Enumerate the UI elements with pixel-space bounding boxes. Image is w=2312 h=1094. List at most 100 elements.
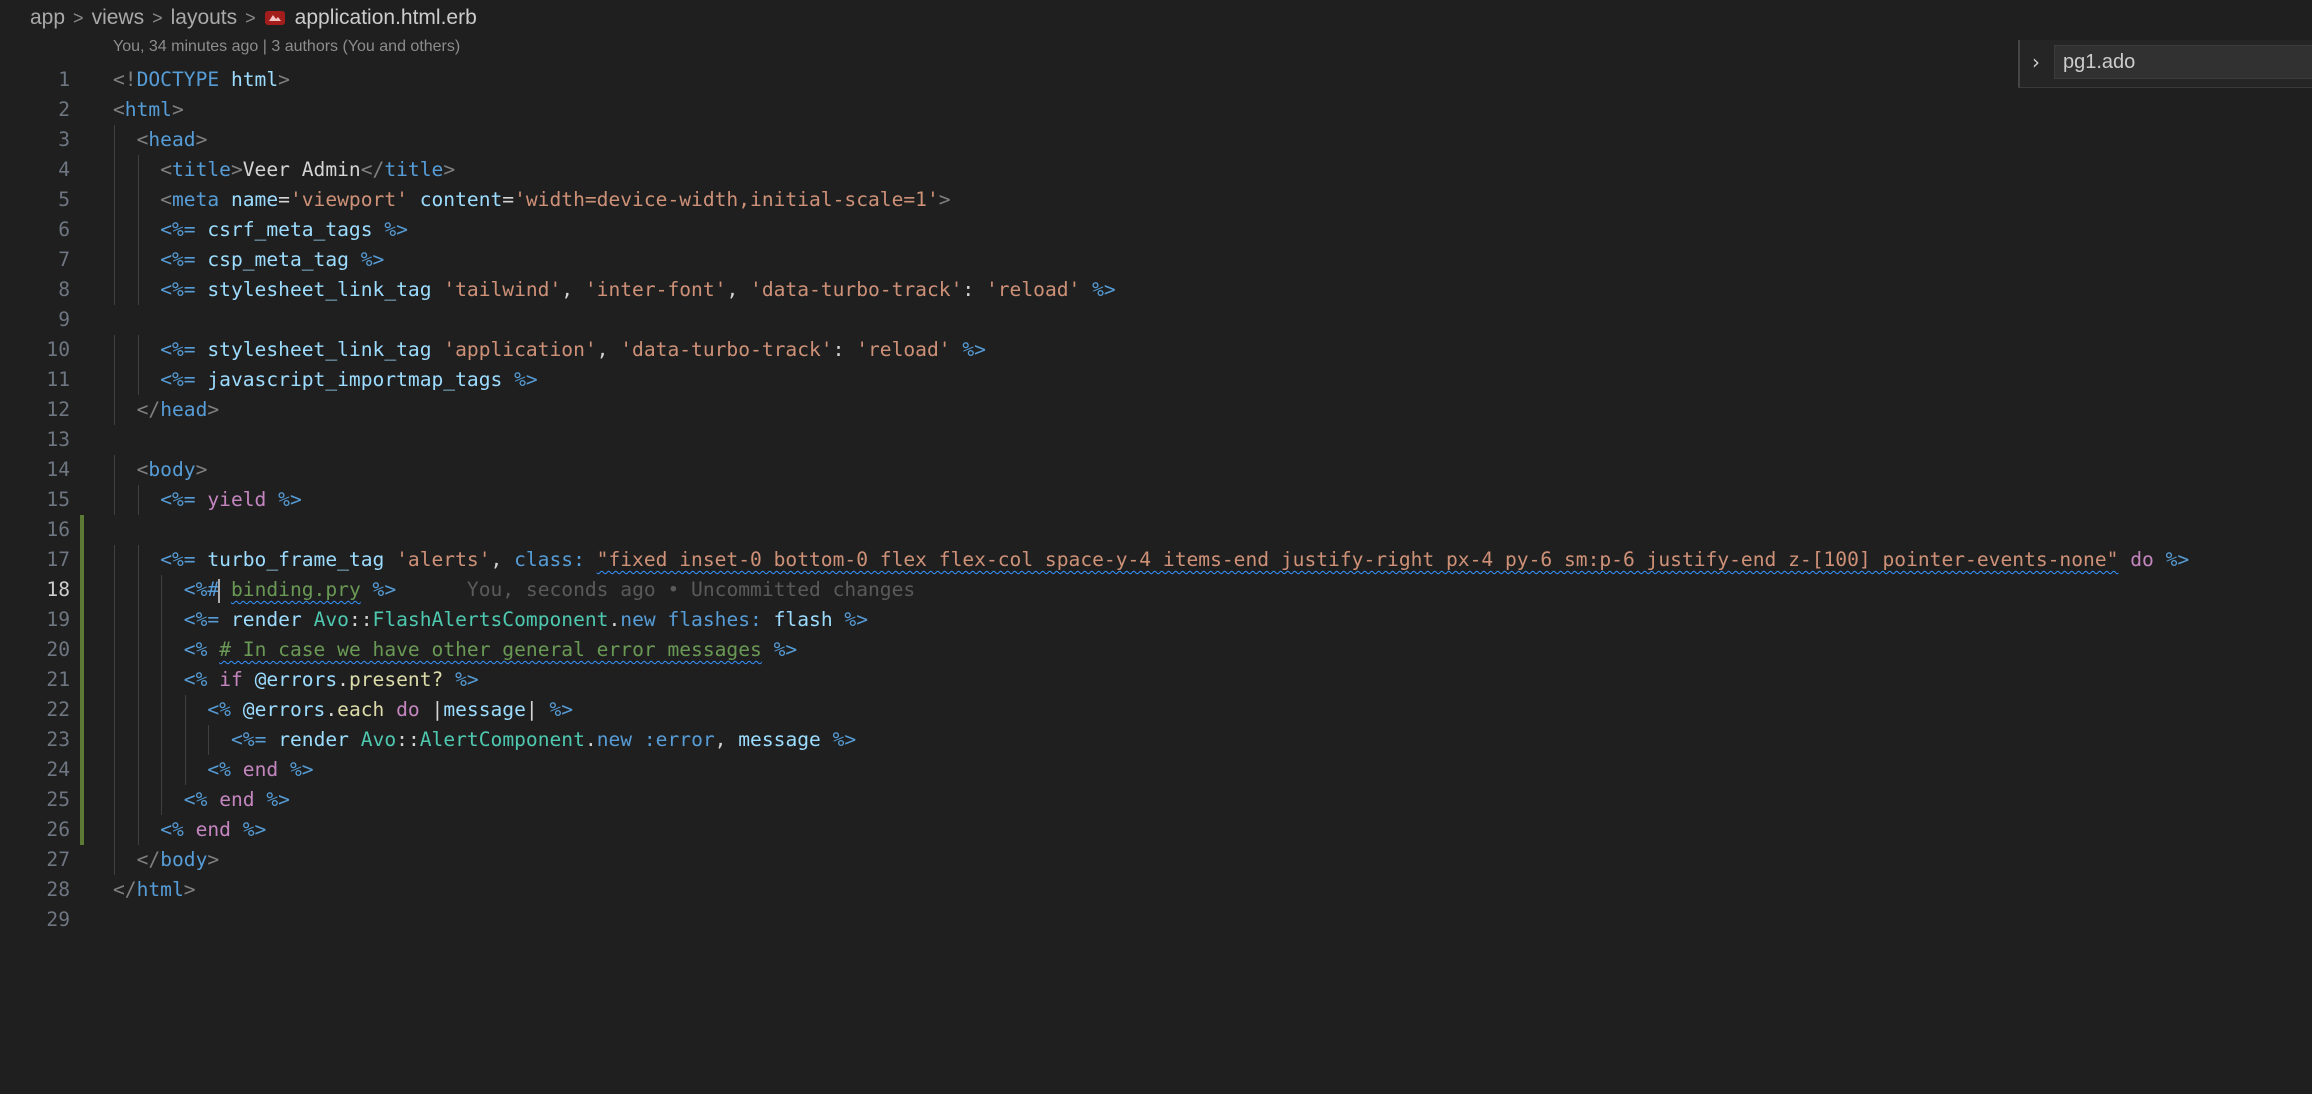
code-line[interactable]: 23 <%= render Avo::AlertComponent.new :er… bbox=[0, 725, 2312, 755]
code-token: Avo bbox=[313, 608, 349, 631]
code-line[interactable]: 25 <% end %> bbox=[0, 785, 2312, 815]
git-modified-indicator[interactable] bbox=[80, 575, 84, 605]
code-line[interactable]: 8 <%= stylesheet_link_tag 'tailwind', 'in… bbox=[0, 275, 2312, 305]
code-line[interactable]: 5 <meta name='viewport' content='width=de… bbox=[0, 185, 2312, 215]
indent-guide bbox=[114, 575, 115, 605]
code-text: <% end %> bbox=[184, 785, 290, 815]
breadcrumb-item-views[interactable]: views bbox=[92, 6, 145, 30]
code-token: 'data-turbo-track' bbox=[750, 278, 963, 301]
indent-guide bbox=[114, 755, 115, 785]
code-line[interactable]: 15 <%= yield %> bbox=[0, 485, 2312, 515]
indent-guide bbox=[114, 335, 115, 365]
code-line[interactable]: 11 <%= javascript_importmap_tags %> bbox=[0, 365, 2312, 395]
code-line[interactable]: 4 <title>Veer Admin</title> bbox=[0, 155, 2312, 185]
git-modified-indicator[interactable] bbox=[80, 725, 84, 755]
code-line[interactable]: 6 <%= csrf_meta_tags %> bbox=[0, 215, 2312, 245]
git-modified-indicator[interactable] bbox=[80, 695, 84, 725]
code-line[interactable]: 19 <%= render Avo::FlashAlertsComponent.n… bbox=[0, 605, 2312, 635]
code-token: new bbox=[620, 608, 656, 631]
line-number: 29 bbox=[46, 908, 70, 931]
line-number: 9 bbox=[58, 308, 70, 331]
code-token: %> bbox=[962, 338, 986, 361]
code-line[interactable]: 3 <head> bbox=[0, 125, 2312, 155]
line-number: 18 bbox=[46, 578, 70, 601]
code-text: </head> bbox=[137, 395, 220, 425]
code-token: %> bbox=[372, 578, 397, 601]
code-line[interactable]: 26 <% end %> bbox=[0, 815, 2312, 845]
indent-guide bbox=[184, 725, 186, 755]
code-line[interactable]: 16 bbox=[0, 515, 2312, 545]
code-line[interactable]: 29 bbox=[0, 905, 2312, 935]
code-token: <%= bbox=[160, 248, 196, 271]
code-token: message bbox=[738, 728, 821, 751]
code-line[interactable]: 9 bbox=[0, 305, 2312, 335]
code-token: each bbox=[337, 698, 385, 721]
git-modified-indicator[interactable] bbox=[80, 635, 84, 665]
code-line[interactable]: 20 <% # In case we have other general err… bbox=[0, 635, 2312, 665]
code-token: . bbox=[337, 668, 349, 691]
code-line[interactable]: 13 bbox=[0, 425, 2312, 455]
indent-guide bbox=[161, 755, 163, 785]
code-line[interactable]: 24 <% end %> bbox=[0, 755, 2312, 785]
code-token: <! bbox=[113, 68, 137, 91]
git-modified-indicator[interactable] bbox=[80, 605, 84, 635]
indent-guide bbox=[137, 335, 139, 365]
git-modified-indicator[interactable] bbox=[80, 785, 84, 815]
code-line[interactable]: 17 <%= turbo_frame_tag 'alerts', class: "… bbox=[0, 545, 2312, 575]
git-modified-indicator[interactable] bbox=[80, 515, 84, 545]
indent-guide bbox=[137, 755, 139, 785]
code-token: : bbox=[832, 338, 857, 361]
indent-guide bbox=[184, 695, 186, 725]
code-token: csrf_meta_tags bbox=[207, 218, 373, 241]
indent-guide bbox=[137, 215, 139, 245]
git-modified-indicator[interactable] bbox=[80, 815, 84, 845]
code-token: head bbox=[160, 398, 208, 421]
code-line[interactable]: 27 </body> bbox=[0, 845, 2312, 875]
blame-header[interactable]: You, 34 minutes ago | 3 authors (You and… bbox=[113, 38, 460, 56]
code-token: %> bbox=[278, 488, 302, 511]
code-line[interactable]: 12 </head> bbox=[0, 395, 2312, 425]
inline-blame-annotation[interactable]: You, seconds ago • Uncommitted changes bbox=[396, 578, 915, 601]
code-line[interactable]: 21 <% if @errors.present? %> bbox=[0, 665, 2312, 695]
code-token: > bbox=[938, 188, 951, 211]
code-line[interactable]: 28 </html> bbox=[0, 875, 2312, 905]
git-modified-indicator[interactable] bbox=[80, 545, 84, 575]
code-token: . bbox=[325, 698, 338, 721]
git-modified-indicator[interactable] bbox=[80, 665, 84, 695]
code-token: %> bbox=[2165, 548, 2190, 571]
breadcrumb-file[interactable]: application.html.erb bbox=[295, 6, 477, 30]
breadcrumb-item-app[interactable]: app bbox=[30, 6, 65, 30]
code-token: <%= bbox=[160, 218, 196, 241]
line-number: 10 bbox=[46, 338, 70, 361]
code-line[interactable]: 18 <%# binding.pry %> You, seconds ago • … bbox=[0, 575, 2312, 605]
code-token: %> bbox=[549, 698, 574, 721]
code-line[interactable]: 2 <html> bbox=[0, 95, 2312, 125]
code-token: end bbox=[195, 818, 231, 841]
code-token: </ bbox=[113, 878, 137, 901]
code-token: 'reload' bbox=[856, 338, 951, 361]
code-token: > bbox=[443, 158, 456, 181]
indent-guide bbox=[161, 695, 163, 725]
code-token: if bbox=[219, 668, 243, 691]
code-token: Veer Admin bbox=[242, 158, 361, 181]
code-line[interactable]: 10 <%= stylesheet_link_tag 'application',… bbox=[0, 335, 2312, 365]
code-line[interactable]: 14 <body> bbox=[0, 455, 2312, 485]
indent-guide bbox=[137, 605, 139, 635]
code-editor[interactable]: 1 <!DOCTYPE html> 2 <html> 3 <head> 4 <title>Ve… bbox=[0, 65, 2312, 935]
indent-guide bbox=[114, 695, 115, 725]
code-line[interactable]: 7 <%= csp_meta_tag %> bbox=[0, 245, 2312, 275]
indent-guide bbox=[114, 725, 115, 755]
line-number: 27 bbox=[46, 848, 70, 871]
code-line[interactable]: 22 <% @errors.each do |message| %> bbox=[0, 695, 2312, 725]
breadcrumb-item-layouts[interactable]: layouts bbox=[171, 6, 238, 30]
code-line[interactable]: 1 <!DOCTYPE html> bbox=[0, 65, 2312, 95]
git-modified-indicator[interactable] bbox=[80, 755, 84, 785]
line-number: 12 bbox=[46, 398, 70, 421]
